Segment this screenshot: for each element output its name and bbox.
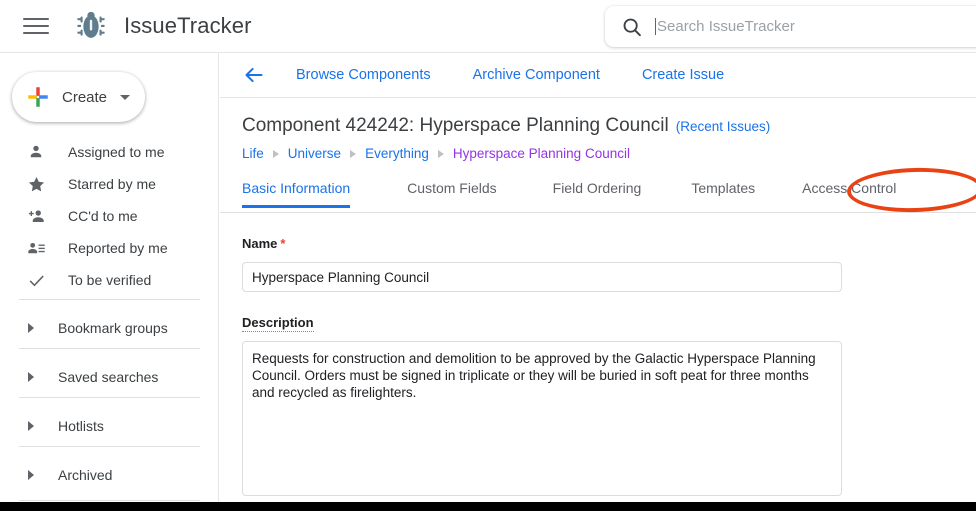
horizontal-scrollbar[interactable] (0, 502, 976, 511)
google-plus-icon (28, 87, 48, 107)
sidebar-item-label: Starred by me (68, 176, 156, 192)
tab-field-ordering[interactable]: Field Ordering (553, 180, 642, 207)
person-list-icon (26, 238, 46, 258)
breadcrumb-separator-icon (350, 149, 357, 158)
description-textarea[interactable] (242, 341, 842, 496)
form-spacer (242, 292, 976, 314)
triangle-right-icon (28, 372, 34, 382)
breadcrumb-separator-icon (437, 149, 444, 158)
basic-information-form: Name* Description (242, 235, 976, 496)
app-window: IssueTracker Create (0, 0, 976, 511)
name-field-label: Name * (242, 236, 285, 251)
tab-templates[interactable]: Templates (691, 180, 755, 207)
search-icon (623, 18, 641, 36)
sidebar-section-bookmark-groups[interactable]: Bookmark groups (0, 312, 219, 344)
sidebar-item-to-be-verified[interactable]: To be verified (0, 264, 219, 296)
sidebar-nav-list: Assigned to me Starred by me CC'd to me … (0, 136, 219, 296)
star-icon (26, 174, 46, 194)
person-icon (26, 142, 46, 162)
tab-bar: Basic Information Custom Fields Field Or… (220, 166, 976, 214)
back-arrow-icon[interactable] (242, 63, 266, 87)
title-row: Component 424242: Hyperspace Planning Co… (242, 115, 976, 137)
browse-components-link[interactable]: Browse Components (296, 67, 431, 83)
name-input[interactable] (242, 262, 842, 292)
create-issue-link[interactable]: Create Issue (642, 67, 724, 83)
search-bar[interactable] (605, 6, 976, 47)
triangle-right-icon (28, 323, 34, 333)
sidebar-item-starred-by-me[interactable]: Starred by me (0, 168, 219, 200)
hamburger-menu-icon[interactable] (23, 13, 49, 39)
breadcrumb-item-universe[interactable]: Universe (288, 146, 341, 161)
breadcrumb-separator-icon (272, 149, 279, 158)
recent-issues-link[interactable]: (Recent Issues) (676, 119, 771, 134)
sidebar-section-label: Archived (58, 467, 113, 483)
archive-component-link[interactable]: Archive Component (473, 67, 600, 83)
chevron-down-icon[interactable] (120, 94, 131, 100)
sidebar-section-archived[interactable]: Archived (0, 459, 219, 491)
sidebar-section-saved-searches[interactable]: Saved searches (0, 361, 219, 393)
name-field-group: Name * (242, 235, 976, 292)
sidebar-section-hotlists[interactable]: Hotlists (0, 410, 219, 442)
triangle-right-icon (28, 470, 34, 480)
create-button[interactable]: Create (12, 72, 145, 122)
sidebar-divider (19, 348, 200, 349)
triangle-right-icon (28, 421, 34, 431)
breadcrumb-item-current[interactable]: Hyperspace Planning Council (453, 146, 630, 161)
person-add-icon (26, 206, 46, 226)
description-field-label: Description (242, 315, 314, 332)
sidebar-item-label: To be verified (68, 272, 152, 288)
breadcrumb-item-everything[interactable]: Everything (365, 146, 429, 161)
search-input[interactable] (657, 6, 976, 47)
sidebar-divider (19, 397, 200, 398)
sidebar-divider (19, 446, 200, 447)
action-bar: Browse Components Archive Component Crea… (220, 53, 976, 98)
sidebar-section-label: Bookmark groups (58, 320, 168, 336)
text-cursor (655, 18, 656, 35)
page-title: Component 424242: Hyperspace Planning Co… (242, 115, 669, 136)
tab-custom-fields[interactable]: Custom Fields (407, 180, 496, 207)
sidebar-divider (19, 299, 200, 300)
bug-logo-icon (72, 7, 110, 45)
sidebar-item-label: Assigned to me (68, 144, 165, 160)
name-label-text: Name (242, 236, 278, 251)
main-content: Browse Components Archive Component Crea… (220, 53, 976, 511)
breadcrumb: Life Universe Everything Hyperspace Plan… (242, 146, 976, 161)
tab-basic-information[interactable]: Basic Information (242, 180, 351, 208)
sidebar-section-label: Saved searches (58, 369, 159, 385)
breadcrumb-item-life[interactable]: Life (242, 146, 264, 161)
tab-access-control[interactable]: Access Control (802, 180, 896, 207)
app-brand-title: IssueTracker (124, 13, 252, 38)
app-header: IssueTracker (0, 0, 976, 53)
sidebar-item-ccd-to-me[interactable]: CC'd to me (0, 200, 219, 232)
create-button-label: Create (62, 88, 108, 106)
required-marker: * (280, 236, 286, 251)
sidebar-item-reported-by-me[interactable]: Reported by me (0, 232, 219, 264)
sidebar-section-label: Hotlists (58, 418, 104, 434)
sidebar-item-label: CC'd to me (68, 208, 138, 224)
sidebar-item-label: Reported by me (68, 240, 168, 256)
sidebar-item-assigned-to-me[interactable]: Assigned to me (0, 136, 219, 168)
sidebar-divider (19, 500, 200, 501)
check-icon (26, 270, 46, 290)
description-field-group: Description (242, 314, 976, 496)
sidebar: Create Assigned to me Starred by me CC'd… (0, 53, 219, 511)
